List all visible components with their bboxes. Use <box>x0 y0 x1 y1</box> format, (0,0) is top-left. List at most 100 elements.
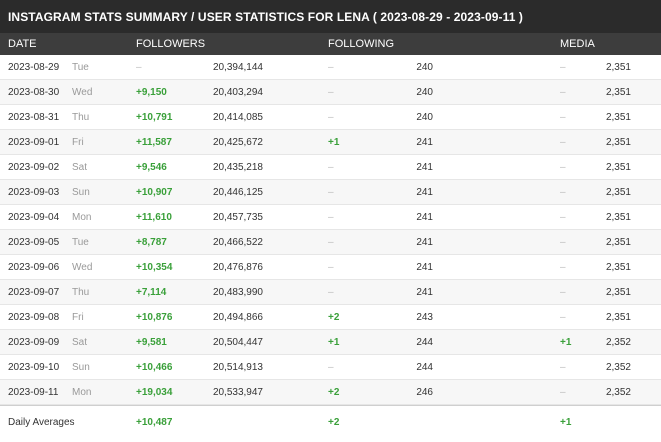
table-row: 2023-08-31 Thu +10,791 20,414,085 – 240 – 2,351 <box>0 105 661 130</box>
media-total-cell: 2,352 <box>605 362 631 373</box>
weekday-cell: Fri <box>72 137 84 148</box>
date-cell: 2023-09-11 <box>8 387 59 398</box>
weekday-cell: Thu <box>72 112 90 123</box>
table-row: 2023-09-10 Sun +10,466 20,514,913 – 244 – 2,352 <box>0 355 661 380</box>
table-header: DATE FOLLOWERS FOLLOWING MEDIA <box>0 33 661 55</box>
followers-change-cell: +9,581 <box>136 337 167 348</box>
table-row: 2023-09-04 Mon +11,610 20,457,735 – 241 – 2,351 <box>0 205 661 230</box>
media-change-cell: +1 <box>560 337 572 348</box>
following-total-cell: 240 <box>416 112 433 123</box>
followers-change-cell: +10,791 <box>136 112 173 123</box>
media-total-cell: 2,351 <box>605 237 631 248</box>
media-total-cell: 2,351 <box>605 112 631 123</box>
table-row: 2023-09-01 Fri +11,587 20,425,672 +1 241 – 2,35… <box>0 130 661 155</box>
followers-total-cell: 20,483,990 <box>212 287 263 298</box>
following-total-cell: 240 <box>416 62 433 73</box>
followers-change-cell: +19,034 <box>136 387 173 398</box>
media-total-cell: 2,352 <box>605 337 631 348</box>
following-total-cell: 244 <box>416 337 433 348</box>
weekday-cell: Thu <box>72 287 90 298</box>
media-total-cell: 2,352 <box>605 387 631 398</box>
media-change-cell: – <box>560 87 566 98</box>
daily-averages-media: +1 <box>560 417 572 428</box>
media-total-cell: 2,351 <box>605 287 631 298</box>
media-total-cell: 2,351 <box>605 262 631 273</box>
table-row: 2023-09-07 Thu +7,114 20,483,990 – 241 – 2,351 <box>0 280 661 305</box>
followers-total-cell: 20,394,144 <box>212 62 263 73</box>
followers-change-cell: +10,354 <box>136 262 173 273</box>
following-total-cell: 241 <box>416 137 433 148</box>
followers-change-cell: +8,787 <box>136 237 167 248</box>
followers-change-cell: +10,876 <box>136 312 173 323</box>
date-cell: 2023-09-05 <box>8 237 60 248</box>
daily-averages-following: +2 <box>328 417 340 428</box>
weekday-cell: Fri <box>72 312 84 323</box>
followers-change-cell: +7,114 <box>136 287 167 298</box>
following-total-cell: 241 <box>416 187 433 198</box>
followers-total-cell: 20,494,866 <box>212 312 263 323</box>
media-change-cell: – <box>560 112 566 123</box>
following-change-cell: – <box>328 287 334 298</box>
weekday-cell: Mon <box>72 212 92 223</box>
following-total-cell: 241 <box>416 162 433 173</box>
followers-total-cell: 20,425,672 <box>212 137 263 148</box>
followers-change-cell: +9,546 <box>136 162 167 173</box>
date-cell: 2023-09-10 <box>8 362 60 373</box>
following-total-cell: 241 <box>416 212 433 223</box>
column-header-followers: FOLLOWERS <box>136 38 206 50</box>
media-total-cell: 2,351 <box>605 62 631 73</box>
date-cell: 2023-09-02 <box>8 162 60 173</box>
media-change-cell: – <box>560 237 566 248</box>
media-change-cell: – <box>560 312 566 323</box>
media-change-cell: – <box>560 387 566 398</box>
date-cell: 2023-09-07 <box>8 287 60 298</box>
followers-change-cell: +9,150 <box>136 87 167 98</box>
table-row: 2023-08-30 Wed +9,150 20,403,294 – 240 – 2,351 <box>0 80 661 105</box>
followers-total-cell: 20,414,085 <box>212 112 263 123</box>
following-total-cell: 244 <box>416 362 433 373</box>
followers-total-cell: 20,466,522 <box>212 237 263 248</box>
following-change-cell: +1 <box>328 337 340 348</box>
table-row: 2023-09-11 Mon +19,034 20,533,947 +2 246 – 2,35… <box>0 380 661 405</box>
table-row: 2023-08-29 Tue – 20,394,144 – 240 – 2,351 <box>0 55 661 80</box>
media-total-cell: 2,351 <box>605 212 631 223</box>
followers-total-cell: 20,435,218 <box>212 162 263 173</box>
weekday-cell: Sun <box>72 187 90 198</box>
media-change-cell: – <box>560 137 566 148</box>
followers-total-cell: 20,514,913 <box>212 362 263 373</box>
weekday-cell: Sun <box>72 362 90 373</box>
date-cell: 2023-08-29 <box>8 62 60 73</box>
following-change-cell: – <box>328 212 334 223</box>
weekday-cell: Sat <box>72 162 88 173</box>
table-row: 2023-09-02 Sat +9,546 20,435,218 – 241 – 2,351 <box>0 155 661 180</box>
weekday-cell: Mon <box>72 387 92 398</box>
following-total-cell: 243 <box>416 312 433 323</box>
following-change-cell: – <box>328 87 334 98</box>
followers-total-cell: 20,504,447 <box>212 337 263 348</box>
following-change-cell: – <box>328 62 334 73</box>
date-cell: 2023-09-08 <box>8 312 60 323</box>
daily-averages-label: Daily Averages <box>8 417 75 428</box>
following-change-cell: – <box>328 237 334 248</box>
following-change-cell: – <box>328 187 334 198</box>
media-total-cell: 2,351 <box>605 312 631 323</box>
date-cell: 2023-09-03 <box>8 187 60 198</box>
date-cell: 2023-09-01 <box>8 137 60 148</box>
following-change-cell: – <box>328 162 334 173</box>
column-header-date: DATE <box>8 38 37 50</box>
media-change-cell: – <box>560 162 566 173</box>
weekday-cell: Tue <box>72 62 89 73</box>
following-change-cell: – <box>328 112 334 123</box>
following-total-cell: 240 <box>416 87 433 98</box>
media-change-cell: – <box>560 212 566 223</box>
stats-table-body: 2023-08-29 Tue – 20,394,144 – 240 – 2,351 2023-0… <box>0 55 661 405</box>
media-change-cell: – <box>560 362 566 373</box>
media-change-cell: – <box>560 62 566 73</box>
following-change-cell: +2 <box>328 387 340 398</box>
followers-change-cell: +11,587 <box>136 137 172 148</box>
date-cell: 2023-09-06 <box>8 262 60 273</box>
column-header-following: FOLLOWING <box>328 38 395 50</box>
media-change-cell: – <box>560 287 566 298</box>
following-change-cell: +2 <box>328 312 340 323</box>
following-total-cell: 241 <box>416 262 433 273</box>
